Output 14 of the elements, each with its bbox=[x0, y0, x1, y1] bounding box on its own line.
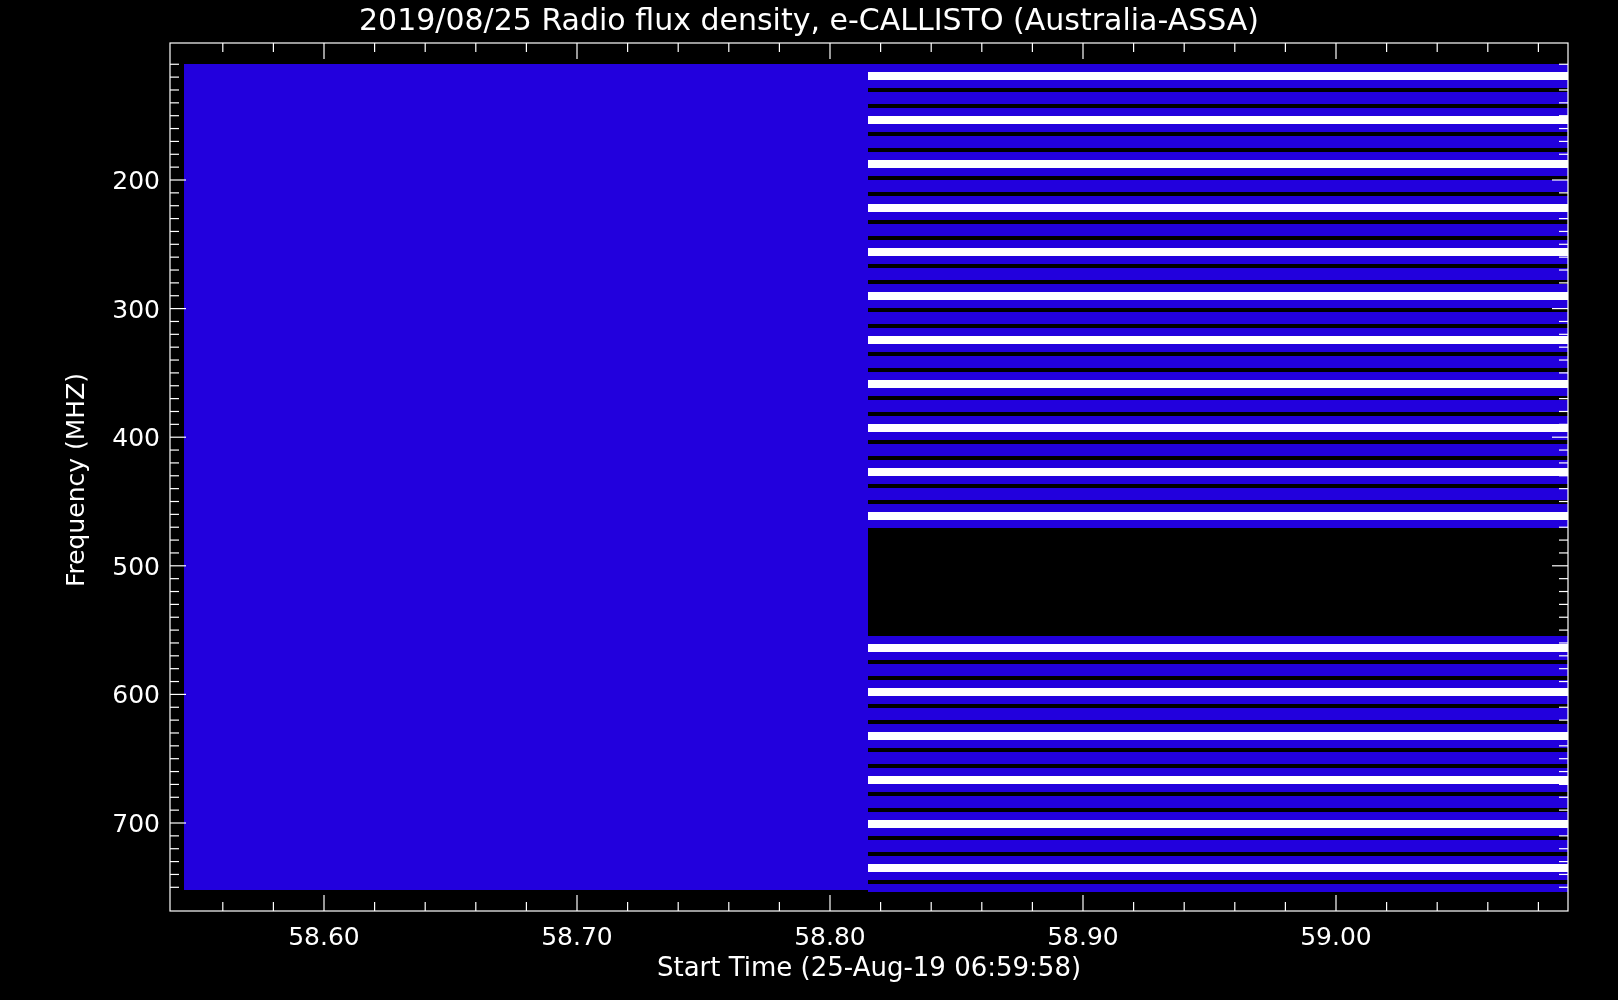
y-tick-label: 400 bbox=[112, 423, 160, 453]
x-tick-label: 59.00 bbox=[1300, 922, 1372, 951]
y-tick-label: 200 bbox=[112, 166, 160, 195]
y-tick-label: 300 bbox=[112, 294, 160, 324]
x-tick-label: 58.70 bbox=[541, 922, 613, 951]
x-tick-label: 58.60 bbox=[288, 922, 360, 951]
chart-title: 2019/08/25 Radio flux density, e-CALLISTO (Australia-ASSA) bbox=[358, 2, 1260, 37]
x-axis-label: Start Time (25-Aug-19 06:59:58) bbox=[656, 952, 1082, 982]
y-tick-label: 500 bbox=[112, 551, 160, 581]
y-tick-label: 700 bbox=[112, 809, 160, 838]
y-axis-label: Frequency (MHZ) bbox=[61, 372, 90, 588]
x-tick-label: 58.80 bbox=[794, 922, 866, 951]
y-tick-label: 600 bbox=[112, 680, 160, 710]
x-tick-label: 58.90 bbox=[1047, 922, 1119, 951]
